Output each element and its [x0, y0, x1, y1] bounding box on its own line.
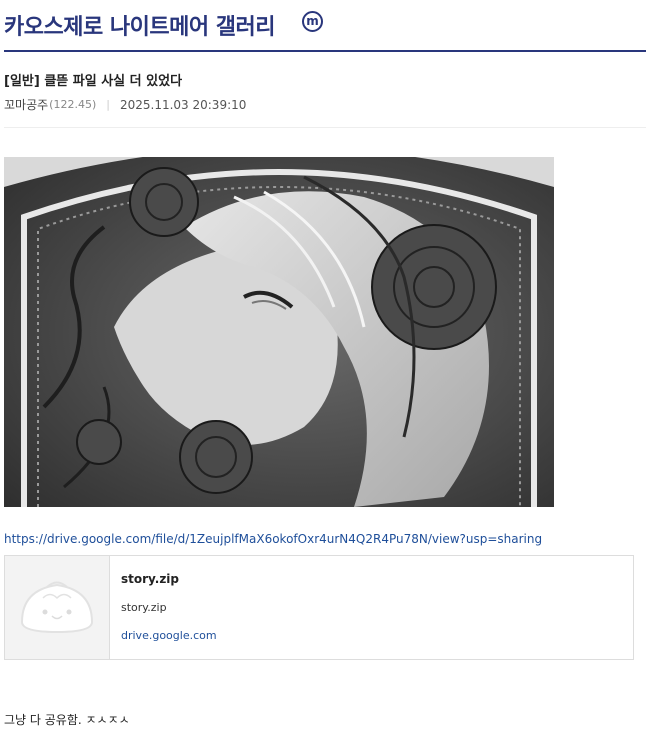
link-preview-thumbnail — [5, 556, 110, 659]
post-date: 2025.11.03 20:39:10 — [119, 97, 247, 112]
link-preview-card[interactable]: story.zip story.zip drive.google.com — [4, 555, 634, 660]
gallery-header: 카오스제로 나이트메어 갤러리 m — [4, 0, 646, 52]
author-ip: (122.45) — [49, 98, 97, 111]
link-preview-title: story.zip — [121, 572, 180, 586]
meta-divider — [4, 127, 646, 128]
post-body-text: 그냥 다 공유함. ㅈㅅㅈㅅ — [4, 713, 130, 727]
post-image[interactable] — [4, 157, 554, 507]
post-meta: 꼬마공주 (122.45) | 2025.11.03 20:39:10 — [4, 96, 246, 113]
meta-separator: | — [106, 98, 110, 111]
link-preview-domain: drive.google.com — [121, 629, 217, 642]
gallery-title[interactable]: 카오스제로 나이트메어 갤러리 — [4, 9, 275, 41]
header-divider — [4, 50, 646, 52]
post-illustration — [4, 157, 554, 507]
post-author[interactable]: 꼬마공주 — [4, 96, 48, 113]
dumpling-placeholder-icon — [20, 581, 94, 634]
post-title: [일반] 클뜯 파일 사실 더 있었다 — [4, 74, 183, 89]
link-preview-description: story.zip — [121, 601, 167, 614]
drive-link[interactable]: https://drive.google.com/file/d/1Zeujplf… — [4, 532, 542, 546]
minor-gallery-badge-icon: m — [302, 11, 323, 32]
